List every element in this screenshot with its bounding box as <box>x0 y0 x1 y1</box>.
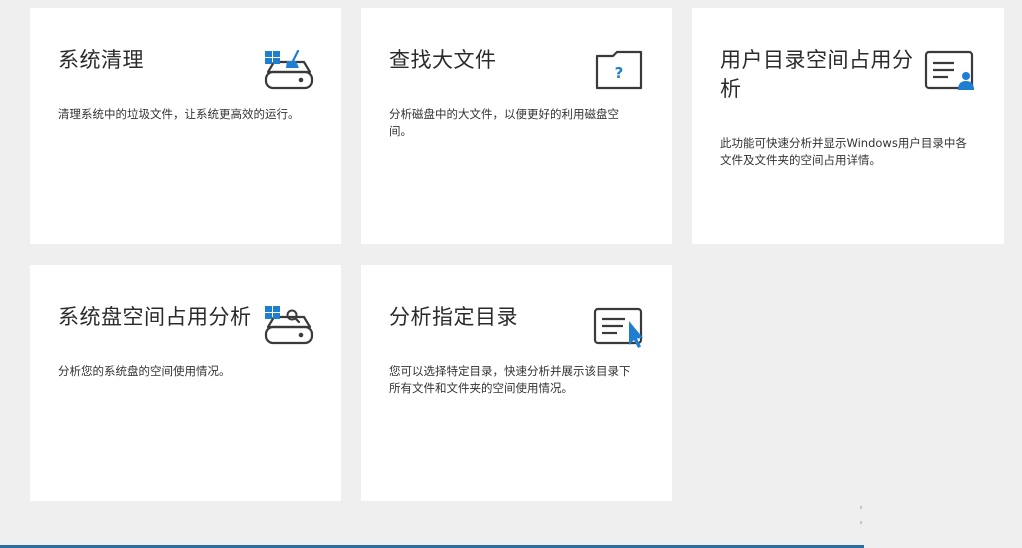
system-cleanup-card[interactable]: 系统清理 清理系统中的垃圾文件，让系统更高效的运行。 <box>30 8 341 244</box>
tools-panel: 系统清理 清理系统中的垃圾文件，让系统更高效的运行。 查找大文件 ? 分析磁盘中… <box>0 0 1022 548</box>
system-disk-analysis-description: 分析您的系统盘的空间使用情况。 <box>58 364 231 378</box>
disk-clean-icon <box>264 50 314 90</box>
analyze-directory-card[interactable]: 分析指定目录 您可以选择特定目录，快速分析并展示该目录下所有文件和文件夹的空间使… <box>361 265 672 501</box>
decorative-tick <box>860 521 862 524</box>
system-disk-analysis-title: 系统盘空间占用分析 <box>58 305 252 329</box>
system-cleanup-description: 清理系统中的垃圾文件，让系统更高效的运行。 <box>58 107 300 121</box>
user-directory-analysis-description: 此功能可快速分析并显示Windows用户目录中各文件及文件夹的空间占用详情。 <box>720 136 967 167</box>
disk-search-icon <box>264 306 314 345</box>
document-cursor-icon <box>593 307 643 348</box>
svg-text:?: ? <box>615 64 624 82</box>
system-cleanup-title: 系统清理 <box>58 48 144 72</box>
decorative-tick <box>860 506 862 509</box>
system-disk-analysis-card[interactable]: 系统盘空间占用分析 分析您的系统盘的空间使用情况。 <box>30 265 341 501</box>
analyze-directory-title: 分析指定目录 <box>389 305 518 329</box>
user-directory-analysis-card[interactable]: 用户目录空间占用分析 此功能可快速分析并显示Windows用户目录中各文件及文件… <box>692 8 1004 244</box>
user-directory-icon <box>924 50 974 90</box>
user-directory-analysis-title: 用户目录空间占用分析 <box>720 48 914 101</box>
find-large-files-card[interactable]: 查找大文件 ? 分析磁盘中的大文件，以便更好的利用磁盘空间。 <box>361 8 672 244</box>
folder-question-icon: ? <box>595 50 643 90</box>
find-large-files-description: 分析磁盘中的大文件，以便更好的利用磁盘空间。 <box>389 107 619 138</box>
find-large-files-title: 查找大文件 <box>389 48 497 72</box>
analyze-directory-description: 您可以选择特定目录，快速分析并展示该目录下所有文件和文件夹的空间使用情况。 <box>389 364 631 395</box>
